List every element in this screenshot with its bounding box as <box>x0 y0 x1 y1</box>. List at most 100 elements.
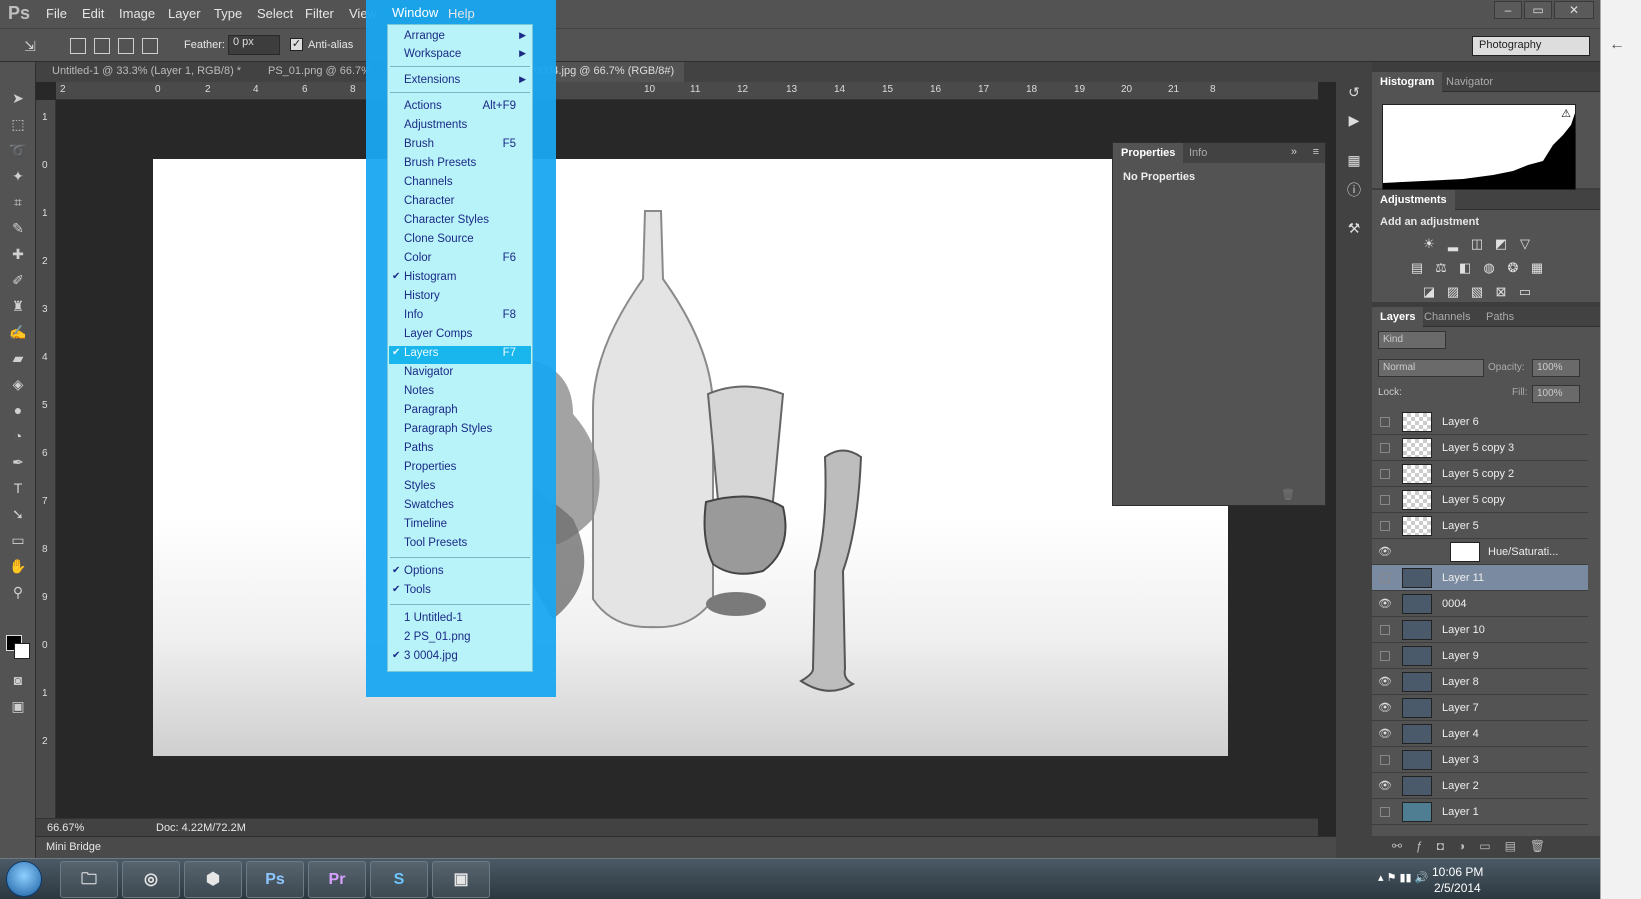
healing-brush-icon[interactable]: ✚ <box>8 244 28 264</box>
posterize-icon[interactable]: ▨ <box>1444 284 1462 300</box>
menu-item-actions[interactable]: Actions <box>404 100 442 112</box>
zoom-level[interactable]: 66.67% <box>47 822 84 834</box>
layer-row[interactable]: 👁 Layer 7 <box>1372 695 1588 721</box>
layer-row[interactable]: 👁 0004 <box>1372 591 1588 617</box>
menu-item-doc-1[interactable]: 1 Untitled-1 <box>404 612 463 624</box>
trash-icon[interactable]: 🗑 <box>1281 488 1295 501</box>
menu-layer[interactable]: Layer <box>168 6 201 21</box>
photo-filter-icon[interactable]: ◍ <box>1480 260 1498 276</box>
start-button[interactable] <box>6 861 42 897</box>
skype-task-icon[interactable]: S <box>370 861 428 898</box>
vibrance-icon[interactable]: ▽ <box>1516 236 1534 252</box>
visibility-toggle[interactable] <box>1380 625 1390 635</box>
pen-tool-icon[interactable]: ✒ <box>8 452 28 472</box>
add-selection-icon[interactable] <box>94 38 110 54</box>
visibility-toggle[interactable] <box>1380 469 1390 479</box>
visibility-toggle[interactable] <box>1380 755 1390 765</box>
threshold-icon[interactable]: ▧ <box>1468 284 1486 300</box>
color-balance-icon[interactable]: ⚖ <box>1432 260 1450 276</box>
hand-tool-icon[interactable]: ✋ <box>8 556 28 576</box>
marquee-tool-icon[interactable]: ⬚ <box>8 114 28 134</box>
menu-window[interactable]: Window <box>386 4 445 21</box>
tab-properties[interactable]: Properties <box>1113 143 1184 163</box>
menu-item-character-styles[interactable]: Character Styles <box>404 214 489 226</box>
move-tool-icon[interactable]: ➤ <box>8 88 28 108</box>
warning-icon[interactable]: ⚠ <box>1561 107 1571 120</box>
panel-menu-icon[interactable]: ≡ <box>1313 146 1319 158</box>
sketchup-task-icon[interactable]: ⬢ <box>184 861 242 898</box>
layer-row[interactable]: Layer 6 <box>1372 409 1588 435</box>
feather-input[interactable]: 0 px <box>228 35 280 55</box>
menu-item-layer-comps[interactable]: Layer Comps <box>404 328 472 340</box>
stamp-tool-icon[interactable]: ♜ <box>8 296 28 316</box>
menu-item-brush[interactable]: Brush <box>404 138 434 150</box>
levels-icon[interactable]: ▂ <box>1444 236 1462 252</box>
invert-icon[interactable]: ◪ <box>1420 284 1438 300</box>
tab-info[interactable]: Info <box>1181 143 1215 163</box>
tab-untitled-1[interactable]: Untitled-1 @ 33.3% (Layer 1, RGB/8) * <box>42 62 252 82</box>
menu-item-styles[interactable]: Styles <box>404 480 435 492</box>
tab-navigator[interactable]: Navigator <box>1438 72 1501 92</box>
blur-tool-icon[interactable]: ● <box>8 400 28 420</box>
menu-edit[interactable]: Edit <box>82 6 104 21</box>
menu-item-channels[interactable]: Channels <box>404 176 453 188</box>
eyedropper-icon[interactable]: ✎ <box>8 218 28 238</box>
menu-item-tool-presets[interactable]: Tool Presets <box>404 537 467 549</box>
menu-file[interactable]: File <box>46 6 67 21</box>
kind-filter-select[interactable]: Kind <box>1378 331 1446 349</box>
photoshop-task-icon[interactable]: Ps <box>246 861 304 898</box>
visibility-eye-icon[interactable]: 👁 <box>1378 779 1392 793</box>
menu-type[interactable]: Type <box>214 6 242 21</box>
clock-date[interactable]: 2/5/2014 <box>1434 881 1481 895</box>
info-icon[interactable]: ⓘ <box>1344 180 1364 200</box>
move-tool-preset-icon[interactable]: ⇲ <box>20 36 40 56</box>
quick-mask-icon[interactable]: ◙ <box>8 670 28 690</box>
document-image[interactable] <box>153 159 1228 756</box>
antialias-checkbox[interactable]: ✓ <box>290 38 303 51</box>
blend-mode-select[interactable]: Normal <box>1378 359 1484 377</box>
channel-mixer-icon[interactable]: ❂ <box>1504 260 1522 276</box>
menu-item-doc-2[interactable]: 2 PS_01.png <box>404 631 471 643</box>
paint-bucket-icon[interactable]: ◈ <box>8 374 28 394</box>
visibility-eye-icon[interactable]: 👁 <box>1378 545 1392 559</box>
tab-histogram[interactable]: Histogram <box>1372 72 1443 92</box>
menu-item-paragraph[interactable]: Paragraph <box>404 404 458 416</box>
intersect-selection-icon[interactable] <box>142 38 158 54</box>
rectangle-tool-icon[interactable]: ▭ <box>8 530 28 550</box>
fill-input[interactable]: 100% <box>1532 385 1580 403</box>
hue-sat-icon[interactable]: ▤ <box>1408 260 1426 276</box>
exposure-icon[interactable]: ◩ <box>1492 236 1510 252</box>
opacity-input[interactable]: 100% <box>1532 359 1580 377</box>
minimize-button[interactable]: – <box>1494 1 1522 19</box>
layer-row[interactable]: Layer 3 <box>1372 747 1588 773</box>
menu-item-color[interactable]: Color <box>404 252 431 264</box>
chrome-task-icon[interactable]: ◎ <box>122 861 180 898</box>
tab-channels[interactable]: Channels <box>1416 307 1478 327</box>
menu-item-clone-source[interactable]: Clone Source <box>404 233 474 245</box>
visibility-eye-icon[interactable]: 👁 <box>1378 597 1392 611</box>
menu-item-timeline[interactable]: Timeline <box>404 518 447 530</box>
actions-icon[interactable]: ▶ <box>1344 112 1364 132</box>
explorer-task-icon[interactable]: 🗀 <box>60 861 118 898</box>
clock-time[interactable]: 10:06 PM <box>1432 865 1483 879</box>
menu-item-doc-3[interactable]: 3 0004.jpg <box>404 650 458 662</box>
eraser-icon[interactable]: ▰ <box>8 348 28 368</box>
photos-task-icon[interactable]: ▣ <box>432 861 490 898</box>
menu-item-brush-presets[interactable]: Brush Presets <box>404 157 476 169</box>
layer-row[interactable]: 👁 Layer 2 <box>1372 773 1588 799</box>
layer-row[interactable]: 👁 Hue/Saturati... <box>1372 539 1588 565</box>
layer-row[interactable]: 👁 Layer 4 <box>1372 721 1588 747</box>
layer-row[interactable]: 👁 Layer 8 <box>1372 669 1588 695</box>
menu-item-options[interactable]: Options <box>404 565 444 577</box>
crop-tool-icon[interactable]: ⌗ <box>8 192 28 212</box>
close-button[interactable]: ✕ <box>1554 1 1594 19</box>
menu-item-arrange[interactable]: Arrange <box>404 30 445 42</box>
lasso-tool-icon[interactable]: ➰ <box>8 140 28 160</box>
tab-ps01[interactable]: PS_01.png @ 66.7% <box>258 62 381 82</box>
layer-row[interactable]: Layer 9 <box>1372 643 1588 669</box>
menu-help[interactable]: Help <box>448 6 475 21</box>
screen-mode-icon[interactable]: ▣ <box>8 696 28 716</box>
tray-icons[interactable]: ▴ ⚑ ▮▮ 🔊 <box>1378 871 1428 884</box>
menu-item-paragraph-styles[interactable]: Paragraph Styles <box>404 423 492 435</box>
layer-row[interactable]: Layer 1 <box>1372 799 1588 825</box>
